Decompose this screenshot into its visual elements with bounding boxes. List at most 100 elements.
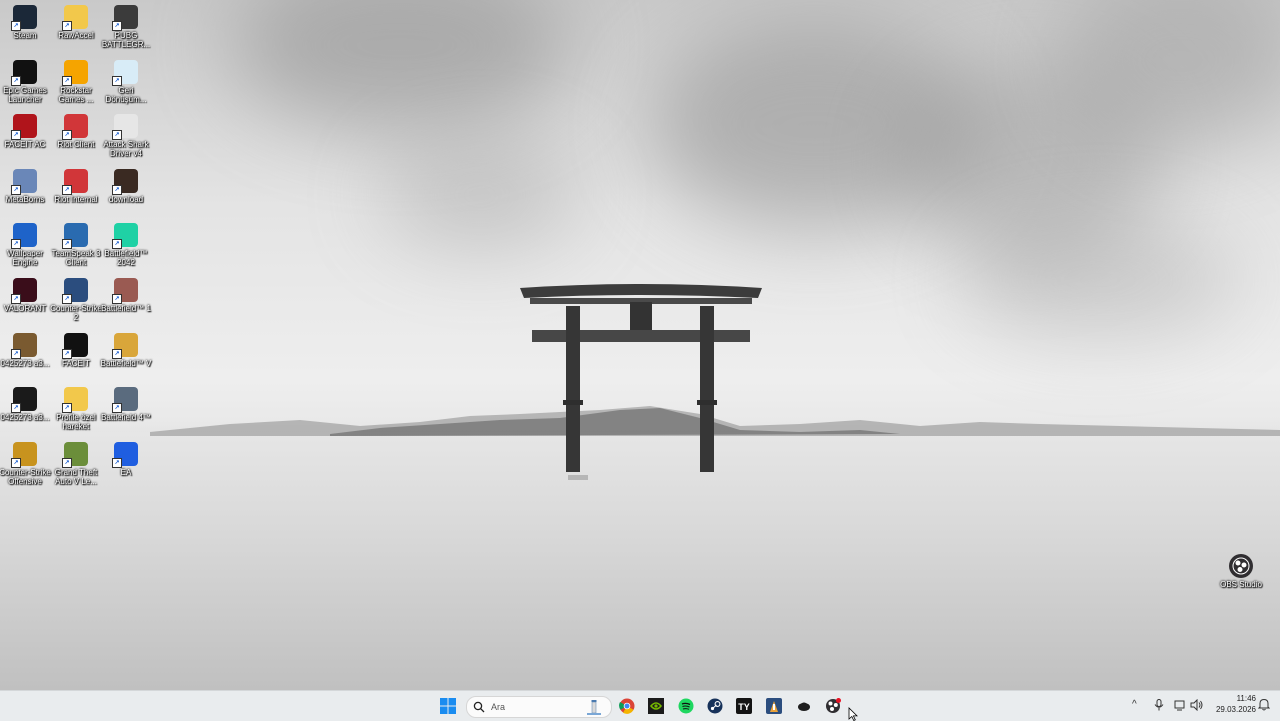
wallpaper-engine-icon: ↗ [11,223,37,250]
desktop-icon-label: download [108,194,144,204]
desktop-icon-label: FACEIT AC [4,140,46,150]
shortcut-arrow-icon: ↗ [11,457,21,468]
desktop-icon-image-file[interactable]: ↗ 0425273 a3... [0,329,52,368]
desktop-icon-riot-internal[interactable]: ↗ Riot Internal [49,165,103,204]
notification-bell-icon[interactable] [1258,698,1270,711]
torii-gate [520,284,762,480]
clock-date: 29.03.2026 [1215,705,1256,714]
desktop-icon-label: MetaBorns [5,194,45,204]
desktop-icon-label: 0425273 a3... [0,358,50,368]
taskbar-app-faceit[interactable]: TY [732,695,756,717]
taskbar-app-steam[interactable] [703,695,727,717]
taskbar-app-unknown[interactable] [792,695,816,717]
desktop-icon-label: OBS Studio [1220,580,1262,589]
speaker-icon[interactable] [1190,699,1203,711]
desktop-wallpaper [0,0,1280,690]
taskbar-app-spotify[interactable] [674,695,698,717]
cloud [230,0,570,130]
taskbar-clock[interactable]: 11:46 29.03.2026 [1206,693,1256,715]
steam-icon [707,698,723,714]
microphone-icon[interactable] [1154,699,1164,711]
shortcut-arrow-icon: ↗ [62,457,72,468]
shortcut-arrow-icon: ↗ [112,21,122,31]
riot-internal-icon: ↗ [62,168,88,195]
cs-go-icon: ↗ [11,441,37,468]
desktop-icon-faceit-ac[interactable]: ↗ FACEIT AC [0,110,52,149]
desktop-icon-label: Counter-Strike 2 [50,304,102,322]
desktop-icon-steam[interactable]: ↗ Steam [0,1,52,40]
desktop-icon-label: VALORANT [3,304,47,313]
desktop-icon-obs-studio[interactable]: OBS Studio [1214,550,1268,589]
app-icon [798,702,810,711]
desktop-icon-counter-strike-2[interactable]: ↗ Counter-Strike 2 [49,274,103,322]
desktop-icon-image-file[interactable]: ↗ download [99,165,153,204]
taskbar-app-chrome[interactable] [615,695,639,717]
shortcut-arrow-icon: ↗ [62,75,72,86]
taskbar-app-counter-strike-2[interactable] [762,695,786,717]
faceit-icon: ↗ [62,332,88,359]
shortcut-arrow-icon: ↗ [112,348,122,359]
faceit-icon: TY [736,698,752,714]
desktop-icon-wallpaper-engine[interactable]: ↗ Wallpaper Engine [0,219,52,267]
attack-shark-icon: ↗ [112,114,138,141]
desktop-icon-folder[interactable]: ↗ RawAccel [49,1,103,40]
nvidia-icon [648,698,664,714]
shortcut-arrow-icon: ↗ [11,21,21,31]
shortcut-arrow-icon: ↗ [112,239,122,250]
desktop-icon-label: Riot Internal [54,194,98,204]
image-file-icon: ↗ [11,332,37,359]
desktop-icon-teamspeak[interactable]: ↗ TeamSpeak 3 Client [49,219,103,267]
taskbar-search-input[interactable]: Ara [466,696,612,718]
desktop-icon-ea[interactable]: ↗ EA [99,438,153,477]
desktop-icon-epic-games[interactable]: ↗ Epic Games Launcher [0,56,52,104]
desktop-icon-label: FACEIT [61,358,90,368]
shortcut-arrow-icon: ↗ [62,348,72,359]
chevron-up-icon[interactable]: ^ [1132,699,1137,710]
desktop-icon-battlefield-v[interactable]: ↗ Battlefield™ V [99,329,153,368]
shortcut-arrow-icon: ↗ [11,403,21,414]
taskbar-app-obs-studio[interactable] [821,695,845,717]
desktop-icon-label: Wallpaper Engine [7,249,43,268]
desktop-icon-recycle-bin[interactable]: ↗ Geri Dönüşüm... [99,56,153,104]
search-icon [473,701,485,713]
desktop-icon-pubg[interactable]: ↗ PUBG BATTLEGR... [99,1,153,49]
desktop-icon-battlefield-1[interactable]: ↗ Battlefield™ 1 [99,274,153,313]
shortcut-arrow-icon: ↗ [112,403,122,414]
desktop-icon-label: Grand Theft Auto V Le... [54,467,98,486]
desktop-icon-video-file[interactable]: ↗ 0425273 a3... [0,383,52,422]
video-file-icon: ↗ [11,387,37,414]
network-icon[interactable] [1174,699,1186,711]
cloud [380,140,580,250]
start-button[interactable] [436,695,460,717]
desktop-icon-folder[interactable]: ↗ Profile özel hareket [49,383,103,431]
folder-icon: ↗ [62,5,88,31]
pubg-icon: ↗ [112,5,138,31]
desktop-icon-faceit[interactable]: ↗ FACEIT [49,329,103,368]
counter-strike-2-icon [766,698,782,714]
shortcut-arrow-icon: ↗ [112,294,122,304]
gta-v-icon: ↗ [62,441,88,468]
search-placeholder: Ara [491,702,506,712]
desktop-icon-rockstar[interactable]: ↗ Rockstar Games ... [49,56,103,104]
desktop-icon-riot-client[interactable]: ↗ Riot Client [49,110,103,149]
shortcut-arrow-icon: ↗ [62,403,72,414]
desktop-icon-gta-v[interactable]: ↗ Grand Theft Auto V Le... [49,438,103,486]
clock-time: 11:46 [1236,694,1256,703]
desktop-icon-attack-shark[interactable]: ↗ Attack Shark Driver v4 [99,110,153,158]
desktop-icon-label: Steam [13,31,37,40]
desktop-icon-valorant[interactable]: ↗ VALORANT [0,274,52,313]
teamspeak-icon: ↗ [62,223,88,250]
desktop-icon-label: Riot Client [57,140,95,150]
desktop-icon-metaborns[interactable]: ↗ MetaBorns [0,165,52,204]
shortcut-arrow-icon: ↗ [11,75,21,86]
desktop-icon-label: RawAccel [58,31,94,40]
svg-text:TY: TY [738,702,750,712]
taskbar-app-nvidia[interactable] [644,695,668,717]
desktop-icon-battlefield-4[interactable]: ↗ Battlefield 4™ [99,383,153,422]
desktop-icon-battlefield-2042[interactable]: ↗ Battlefield™ 2042 [99,219,153,267]
obs-studio-icon [1229,554,1253,578]
counter-strike-2-icon: ↗ [62,278,88,304]
battlefield-v-icon: ↗ [112,332,138,359]
shortcut-arrow-icon: ↗ [11,348,21,359]
desktop-icon-cs-go[interactable]: ↗ Counter-Strike Offensive [0,438,52,486]
